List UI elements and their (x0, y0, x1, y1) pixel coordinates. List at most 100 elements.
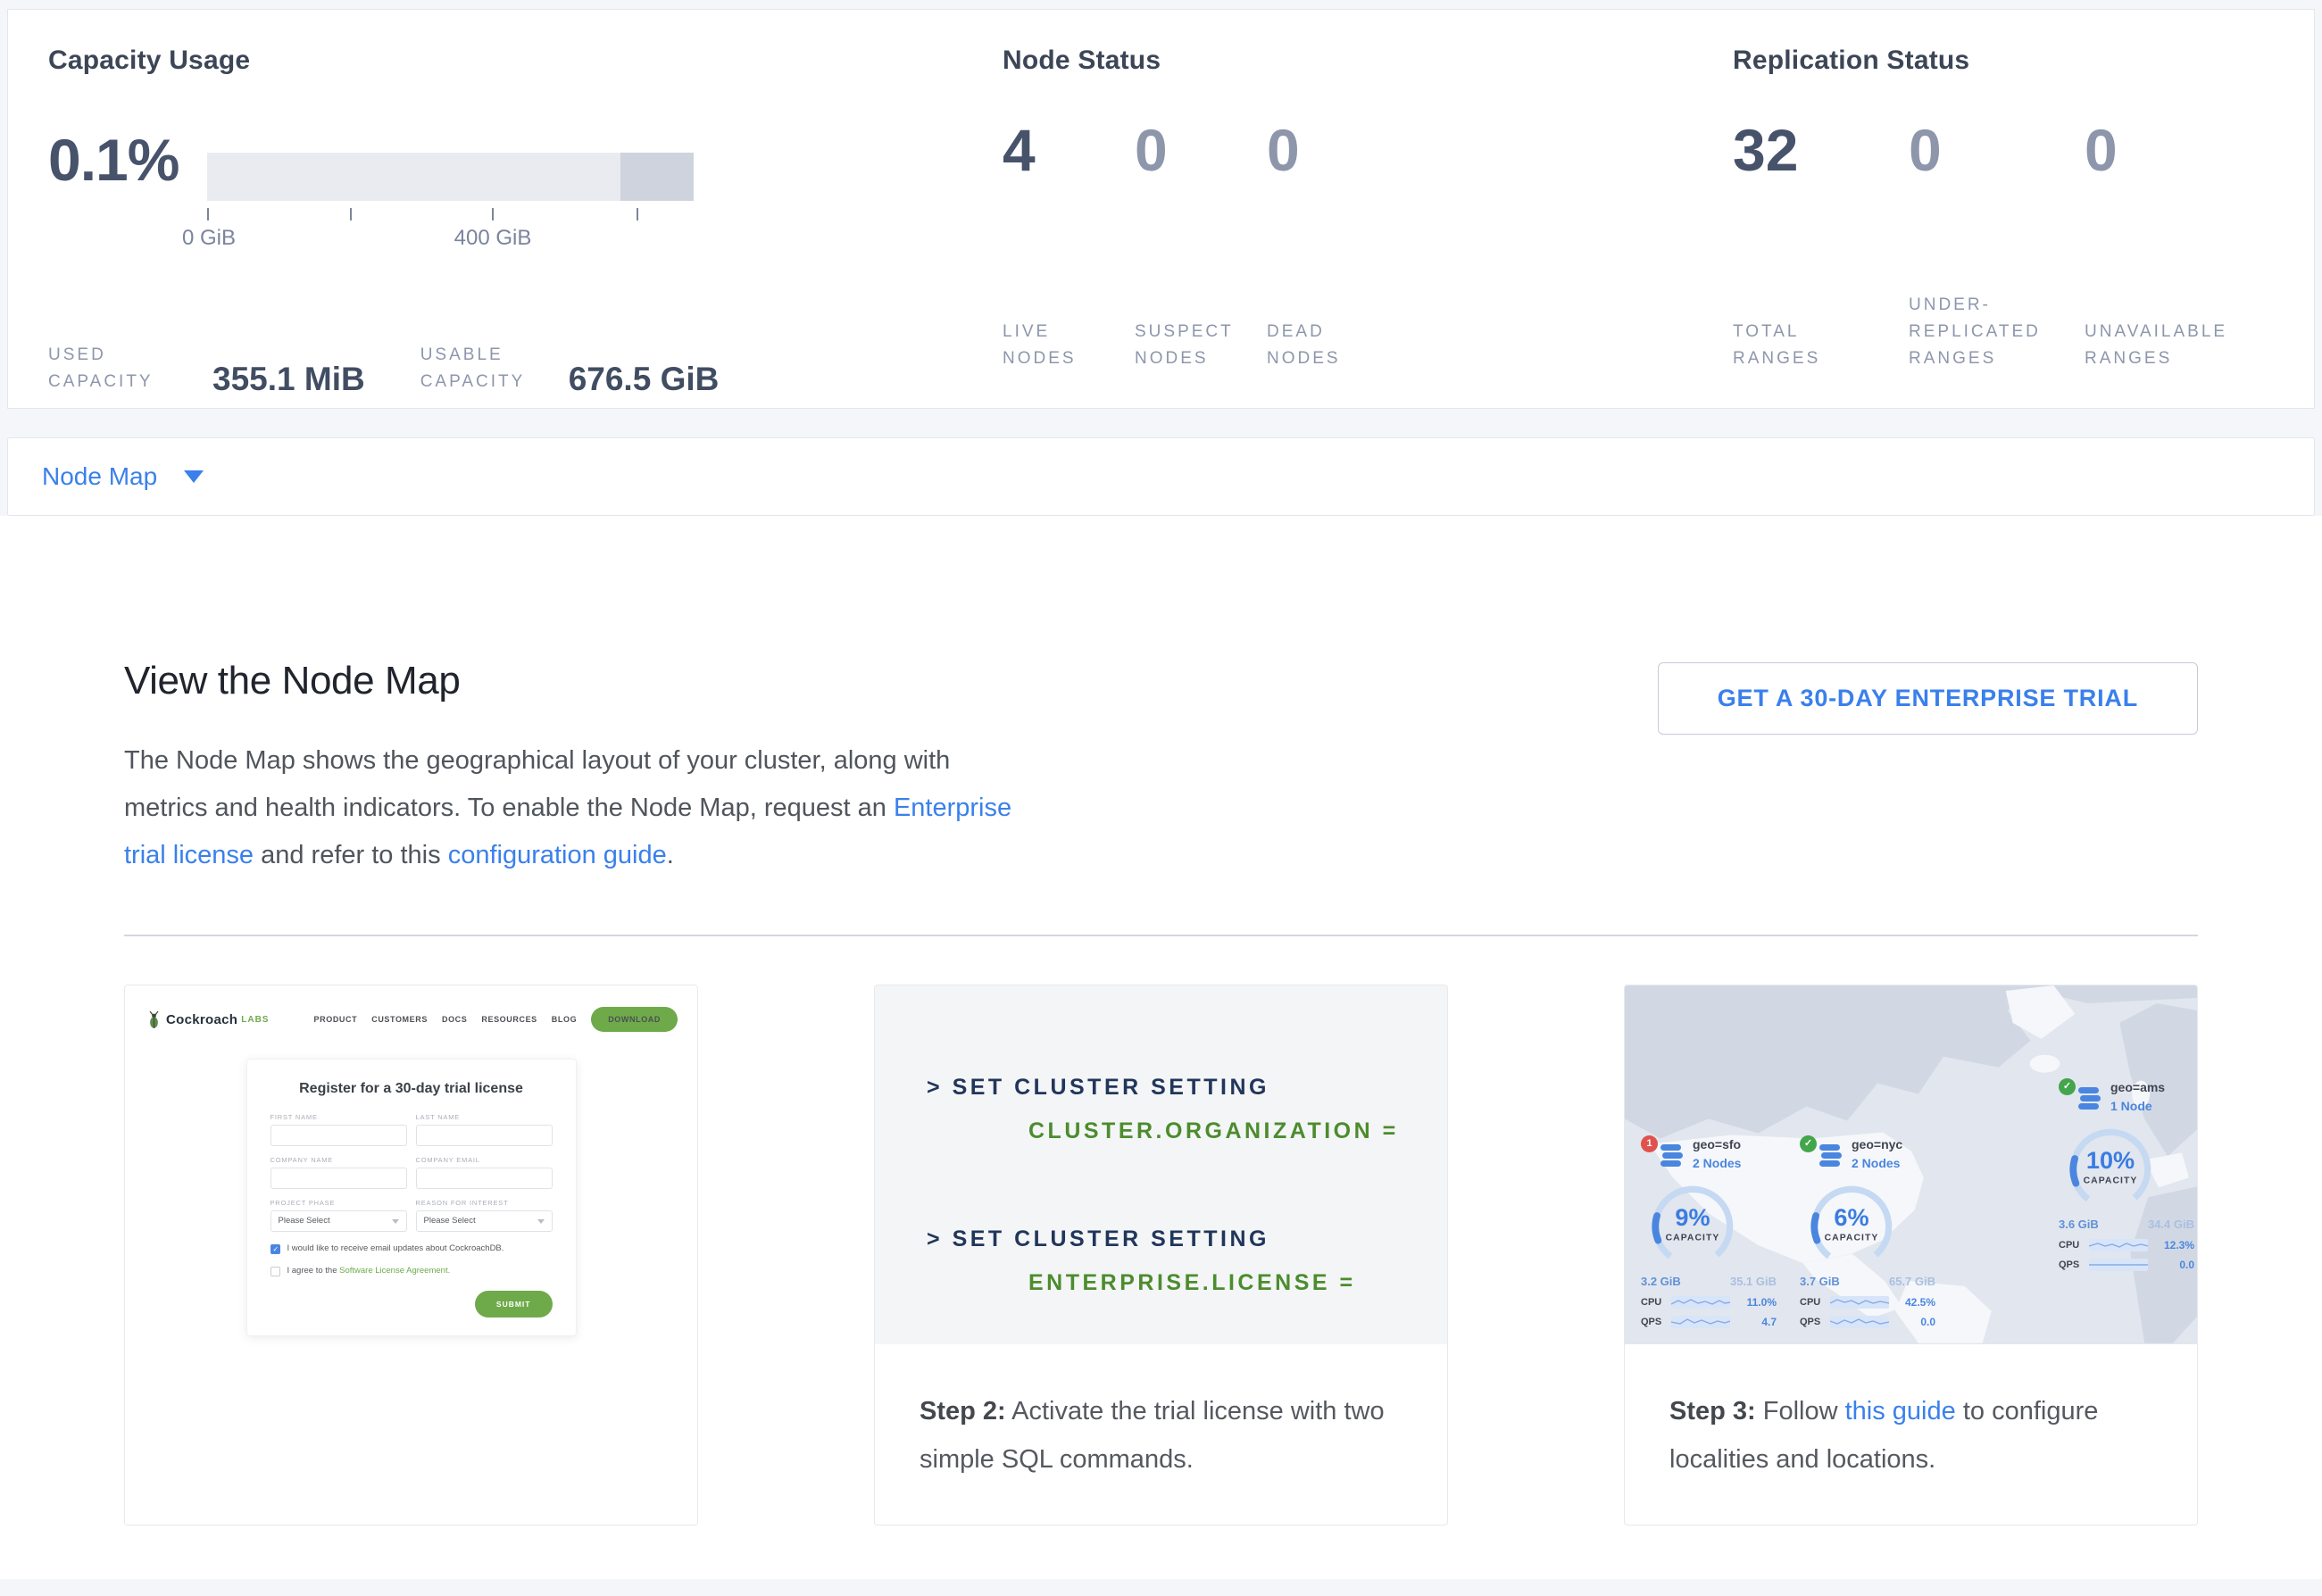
cockroach-labs-logo: Cockroach LABS (146, 1010, 269, 1029)
checkbox-checked-icon (270, 1244, 280, 1254)
dead-nodes-label: DEAD NODES (1267, 319, 1399, 372)
mini-form-title: Register for a 30-day trial license (270, 1081, 553, 1097)
node-stack-icon (2078, 1087, 2101, 1112)
map-node-group-sfo: 1 geo=sfo 2 Nodes 9% CAPACITY (1641, 1135, 1777, 1341)
capacity-gauge: 6% CAPACITY (1807, 1182, 1896, 1271)
under-replicated-ranges-label: UNDER- REPLICATED RANGES (1909, 292, 2085, 372)
live-nodes-stat: 4 LIVE NODES (1003, 121, 1135, 372)
step1-card: Cockroach LABS PRODUCT CUSTOMERS DOCS RE… (124, 985, 698, 1525)
this-guide-link[interactable]: this guide (1845, 1397, 1956, 1426)
capacity-used: 3.7 GiB (1800, 1275, 1840, 1288)
used-capacity-value: 355.1 MiB (212, 361, 365, 398)
nodemap-dropdown-label[interactable]: Node Map (42, 462, 157, 491)
axis-tick (492, 208, 494, 220)
configuration-guide-link[interactable]: configuration guide (448, 841, 667, 869)
cockroach-bug-icon (146, 1010, 162, 1029)
cpu-sparkline (2089, 1239, 2148, 1251)
unavailable-ranges-stat: 0 UNAVAILABLE RANGES (2085, 121, 2260, 372)
locality-name: geo=sfo (1693, 1137, 1741, 1151)
live-nodes-label: LIVE NODES (1003, 319, 1135, 372)
axis-tick-label: 400 GiB (454, 226, 532, 251)
suspect-nodes-stat: 0 SUSPECT NODES (1135, 121, 1267, 372)
dead-nodes-stat: 0 DEAD NODES (1267, 121, 1399, 372)
axis-tick (350, 208, 352, 220)
mini-nav-blog: BLOG (552, 1015, 577, 1024)
replication-status-title: Replication Status (1733, 46, 2314, 76)
healthy-badge-icon: ✓ (1800, 1135, 1817, 1152)
mini-email-updates-checkbox: I would like to receive email updates ab… (270, 1243, 553, 1254)
live-nodes-value: 4 (1003, 121, 1135, 179)
chevron-down-icon[interactable] (184, 470, 204, 483)
page-title: View the Node Map (124, 659, 1012, 703)
nodemap-preview: 1 geo=sfo 2 Nodes 9% CAPACITY (1625, 985, 2197, 1344)
node-stack-icon (1660, 1144, 1684, 1169)
mini-project-phase-select: PROJECT PHASE Please Select (270, 1199, 407, 1232)
cpu-value: 42.5% (1905, 1296, 1935, 1309)
locality-name: geo=ams (2110, 1080, 2165, 1094)
cpu-value: 11.0% (1747, 1296, 1777, 1309)
total-ranges-value: 32 (1733, 121, 1909, 179)
svg-text:9%: 9% (1675, 1203, 1710, 1231)
usable-capacity-label: USABLE CAPACITY (420, 342, 554, 395)
suspect-nodes-value: 0 (1135, 121, 1267, 179)
mini-submit-button: SUBMIT (475, 1291, 553, 1318)
locality-node-count: 2 Nodes (1852, 1156, 1900, 1170)
qps-sparkline (1830, 1316, 1889, 1328)
section-divider (124, 935, 2198, 936)
under-replicated-ranges-value: 0 (1909, 121, 2085, 179)
svg-text:10%: 10% (2086, 1146, 2135, 1174)
mini-reason-select: REASON FOR INTEREST Please Select (416, 1199, 553, 1232)
svg-text:CAPACITY: CAPACITY (1825, 1234, 1879, 1243)
mini-nav-customers: CUSTOMERS (371, 1015, 428, 1024)
axis-tick (207, 208, 209, 220)
locality-node-count: 2 Nodes (1693, 1156, 1741, 1170)
qps-value: 4.7 (1761, 1316, 1777, 1328)
dead-nodes-value: 0 (1267, 121, 1399, 179)
total-ranges-label: TOTAL RANGES (1733, 319, 1909, 372)
capacity-total: 34.4 GiB (2148, 1218, 2194, 1231)
capacity-bar (207, 153, 694, 201)
capacity-bar-reserved-segment (620, 153, 694, 201)
capacity-bar-chart: 0 GiB 400 GiB (207, 153, 694, 256)
mini-last-name-field: LAST NAME (416, 1113, 553, 1146)
capacity-used: 3.6 GiB (2059, 1218, 2099, 1231)
mini-nav-docs: DOCS (442, 1015, 467, 1024)
checkbox-empty-icon (270, 1267, 280, 1276)
nodemap-intro-section: View the Node Map The Node Map shows the… (0, 516, 2322, 1579)
total-ranges-stat: 32 TOTAL RANGES (1733, 121, 1909, 372)
get-enterprise-trial-button[interactable]: GET A 30-DAY ENTERPRISE TRIAL (1658, 662, 2198, 735)
mini-nav-resources: RESOURCES (481, 1015, 537, 1024)
under-replicated-ranges-stat: 0 UNDER- REPLICATED RANGES (1909, 121, 2085, 372)
capacity-gauge: 9% CAPACITY (1648, 1182, 1737, 1271)
locality-name: geo=nyc (1852, 1137, 1902, 1151)
capacity-usage-section: Capacity Usage 0.1% 0 GiB 400 GiB (8, 10, 1001, 408)
node-stack-icon (1819, 1144, 1843, 1169)
locality-node-count: 1 Node (2110, 1099, 2152, 1113)
capacity-used: 3.2 GiB (1641, 1275, 1681, 1288)
nodemap-view-dropdown[interactable]: Node Map (7, 437, 2315, 516)
cpu-sparkline (1830, 1296, 1889, 1309)
svg-text:CAPACITY: CAPACITY (1666, 1234, 1720, 1243)
mini-license-agree-checkbox: I agree to the Software License Agreemen… (270, 1266, 553, 1276)
used-capacity-label: USED CAPACITY (48, 342, 198, 395)
step2-card: > SET CLUSTER SETTING CLUSTER.ORGANIZATI… (874, 985, 1448, 1525)
axis-tick-label: 0 GiB (182, 226, 236, 251)
unavailable-ranges-label: UNAVAILABLE RANGES (2085, 319, 2260, 372)
svg-text:CAPACITY: CAPACITY (2084, 1176, 2138, 1186)
capacity-gauge: 10% CAPACITY (2066, 1125, 2155, 1214)
node-status-title: Node Status (1003, 46, 1733, 76)
qps-sparkline (2089, 1259, 2148, 1271)
sql-commands-preview: > SET CLUSTER SETTING CLUSTER.ORGANIZATI… (875, 985, 1447, 1344)
unavailable-ranges-value: 0 (2085, 121, 2260, 179)
map-node-group-nyc: ✓ geo=nyc 2 Nodes 6% CAPACITY (1800, 1135, 1935, 1341)
cluster-summary-panel: Capacity Usage 0.1% 0 GiB 400 GiB (7, 9, 2315, 409)
step3-card: 1 geo=sfo 2 Nodes 9% CAPACITY (1624, 985, 2198, 1525)
qps-value: 0.0 (1920, 1316, 1935, 1328)
map-node-group-ams: ✓ geo=ams 1 Node 10% CAPACITY (2059, 1078, 2194, 1284)
cpu-value: 12.3% (2164, 1239, 2194, 1251)
mini-site-nav: PRODUCT CUSTOMERS DOCS RESOURCES BLOG DO… (314, 1007, 678, 1032)
healthy-badge-icon: ✓ (2059, 1078, 2076, 1095)
qps-sparkline (1671, 1316, 1730, 1328)
mini-company-email-field: COMPANY EMAIL (416, 1156, 553, 1189)
replication-status-section: Replication Status 32 TOTAL RANGES 0 UND… (1733, 10, 2314, 408)
